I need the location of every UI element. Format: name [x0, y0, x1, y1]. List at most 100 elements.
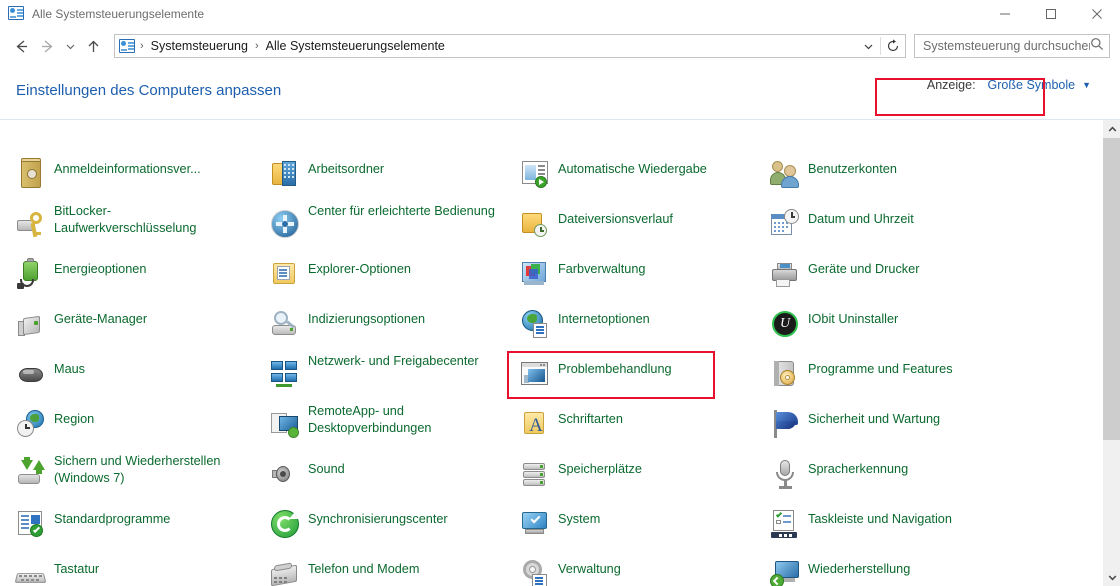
control-panel-item-label[interactable]: Geräte-Manager	[54, 303, 147, 328]
control-panel-item[interactable]: Indizierungsoptionen	[268, 303, 516, 353]
credential-manager-icon	[14, 157, 48, 191]
control-panel-item-label[interactable]: Arbeitsordner	[308, 153, 384, 178]
control-panel-item[interactable]: Energieoptionen	[14, 253, 262, 303]
control-panel-item-label[interactable]: Geräte und Drucker	[808, 253, 919, 278]
control-panel-item[interactable]: Wiederherstellung	[768, 553, 1016, 586]
control-panel-item[interactable]: Synchronisierungscenter	[268, 503, 516, 553]
control-panel-item-label[interactable]: System	[558, 503, 600, 528]
control-panel-item-label[interactable]: Tastatur	[54, 553, 99, 578]
control-panel-item[interactable]: Dateiversionsverlauf	[518, 203, 766, 253]
control-panel-item-label[interactable]: Sound	[308, 453, 345, 478]
control-panel-item-label[interactable]: IObit Uninstaller	[808, 303, 898, 328]
address-bar[interactable]: › Systemsteuerung › Alle Systemsteuerung…	[114, 34, 906, 58]
search-input[interactable]: Systemsteuerung durchsuchen	[923, 39, 1090, 53]
control-panel-item-label[interactable]: BitLocker-Laufwerkverschlüsselung	[54, 203, 250, 237]
control-panel-item[interactable]: Datum und Uhrzeit	[768, 203, 1016, 253]
chevron-down-icon[interactable]: ▼	[1082, 80, 1091, 90]
control-panel-item[interactable]: Farbverwaltung	[518, 253, 766, 303]
search-box[interactable]: Systemsteuerung durchsuchen	[914, 34, 1110, 58]
control-panel-item[interactable]: Tastatur	[14, 553, 262, 586]
control-panel-item[interactable]: Telefon und Modem	[268, 553, 516, 586]
breadcrumb-item-1[interactable]: Alle Systemsteuerungselemente	[264, 39, 447, 53]
control-panel-item-label[interactable]: Energieoptionen	[54, 253, 146, 278]
control-panel-item[interactable]: Automatische Wiedergabe	[518, 153, 766, 203]
control-panel-item-label[interactable]: Region	[54, 403, 94, 428]
control-panel-item[interactable]: Problembehandlung	[518, 353, 766, 403]
refresh-button[interactable]	[881, 35, 905, 57]
control-panel-item-label[interactable]: Sichern und Wiederherstellen (Windows 7)	[54, 453, 250, 487]
vertical-scrollbar[interactable]	[1102, 120, 1120, 586]
control-panel-item[interactable]: Center für erleichterte Bedienung	[268, 203, 516, 253]
control-panel-item-label[interactable]: Standardprogramme	[54, 503, 170, 528]
control-panel-item-label[interactable]: Internetoptionen	[558, 303, 650, 328]
control-panel-item[interactable]: Sichern und Wiederherstellen (Windows 7)	[14, 453, 262, 503]
control-panel-item-label[interactable]: Sicherheit und Wartung	[808, 403, 940, 428]
view-value[interactable]: Große Symbole	[988, 78, 1076, 92]
control-panel-item[interactable]: Geräte-Manager	[14, 303, 262, 353]
control-panel-item-label[interactable]: Farbverwaltung	[558, 253, 645, 278]
control-panel-item-label[interactable]: Benutzerkonten	[808, 153, 897, 178]
breadcrumb-item-0[interactable]: Systemsteuerung	[149, 39, 250, 53]
control-panel-item[interactable]: Netzwerk- und Freigabecenter	[268, 353, 516, 403]
scroll-up-button[interactable]	[1103, 120, 1120, 138]
recovery-icon	[768, 557, 802, 586]
recent-locations-button[interactable]	[60, 33, 80, 59]
view-selector[interactable]: Anzeige: Große Symbole ▼	[927, 78, 1091, 92]
control-panel-item[interactable]: Arbeitsordner	[268, 153, 516, 203]
control-panel-item[interactable]: Speicherplätze	[518, 453, 766, 503]
scroll-down-button[interactable]	[1103, 568, 1120, 586]
control-panel-item-label[interactable]: Datum und Uhrzeit	[808, 203, 914, 228]
address-control-panel-icon	[119, 39, 135, 53]
forward-button[interactable]	[34, 33, 60, 59]
control-panel-item-label[interactable]: Taskleiste und Navigation	[808, 503, 952, 528]
control-panel-item-label[interactable]: Automatische Wiedergabe	[558, 153, 707, 178]
control-panel-item[interactable]: Geräte und Drucker	[768, 253, 1016, 303]
control-panel-item[interactable]: Maus	[14, 353, 262, 403]
control-panel-item-label[interactable]: Indizierungsoptionen	[308, 303, 425, 328]
control-panel-item-label[interactable]: Verwaltung	[558, 553, 621, 578]
control-panel-item-label[interactable]: Center für erleichterte Bedienung	[308, 203, 495, 220]
control-panel-item[interactable]: Internetoptionen	[518, 303, 766, 353]
control-panel-item[interactable]: Verwaltung	[518, 553, 766, 586]
control-panel-item-label[interactable]: Dateiversionsverlauf	[558, 203, 673, 228]
control-panel-item-label[interactable]: Spracherkennung	[808, 453, 908, 478]
devices-printers-icon	[768, 257, 802, 291]
control-panel-item[interactable]: RemoteApp- und Desktopverbindungen	[268, 403, 516, 453]
control-panel-item-label[interactable]: Netzwerk- und Freigabecenter	[308, 353, 479, 370]
administrative-tools-icon	[518, 557, 552, 586]
up-button[interactable]	[80, 33, 106, 59]
minimize-button[interactable]	[982, 0, 1028, 28]
control-panel-item[interactable]: Sicherheit und Wartung	[768, 403, 1016, 453]
control-panel-item-label[interactable]: Programme und Features	[808, 353, 953, 378]
control-panel-item-label[interactable]: Speicherplätze	[558, 453, 642, 478]
address-dropdown-button[interactable]	[856, 35, 880, 57]
control-panel-item-label[interactable]: Explorer-Optionen	[308, 253, 411, 278]
scrollbar-thumb[interactable]	[1103, 138, 1120, 440]
maximize-button[interactable]	[1028, 0, 1074, 28]
control-panel-item-label[interactable]: Synchronisierungscenter	[308, 503, 448, 528]
close-button[interactable]	[1074, 0, 1120, 28]
control-panel-item[interactable]: Sound	[268, 453, 516, 503]
control-panel-item-label[interactable]: Maus	[54, 353, 85, 378]
control-panel-item[interactable]: Taskleiste und Navigation	[768, 503, 1016, 553]
control-panel-item[interactable]: U IObit Uninstaller	[768, 303, 1016, 353]
control-panel-item[interactable]: Anmeldeinformationsver...	[14, 153, 262, 203]
control-panel-item-label[interactable]: Problembehandlung	[558, 353, 672, 378]
control-panel-item[interactable]: Benutzerkonten	[768, 153, 1016, 203]
control-panel-item[interactable]: Spracherkennung	[768, 453, 1016, 503]
control-panel-item[interactable]: Programme und Features	[768, 353, 1016, 403]
control-panel-item[interactable]: A Schriftarten	[518, 403, 766, 453]
control-panel-item[interactable]: System	[518, 503, 766, 553]
security-maintenance-icon	[768, 407, 802, 441]
control-panel-item-label[interactable]: Schriftarten	[558, 403, 623, 428]
control-panel-item-label[interactable]: Anmeldeinformationsver...	[54, 153, 201, 178]
back-button[interactable]	[8, 33, 34, 59]
control-panel-item[interactable]: Explorer-Optionen	[268, 253, 516, 303]
control-panel-item[interactable]: Region	[14, 403, 262, 453]
control-panel-item-label[interactable]: RemoteApp- und Desktopverbindungen	[308, 403, 504, 437]
control-panel-item[interactable]: BitLocker-Laufwerkverschlüsselung	[14, 203, 262, 253]
control-panel-item-label[interactable]: Telefon und Modem	[308, 553, 419, 578]
control-panel-item-label[interactable]: Wiederherstellung	[808, 553, 910, 578]
user-accounts-icon	[768, 157, 802, 191]
control-panel-item[interactable]: Standardprogramme	[14, 503, 262, 553]
